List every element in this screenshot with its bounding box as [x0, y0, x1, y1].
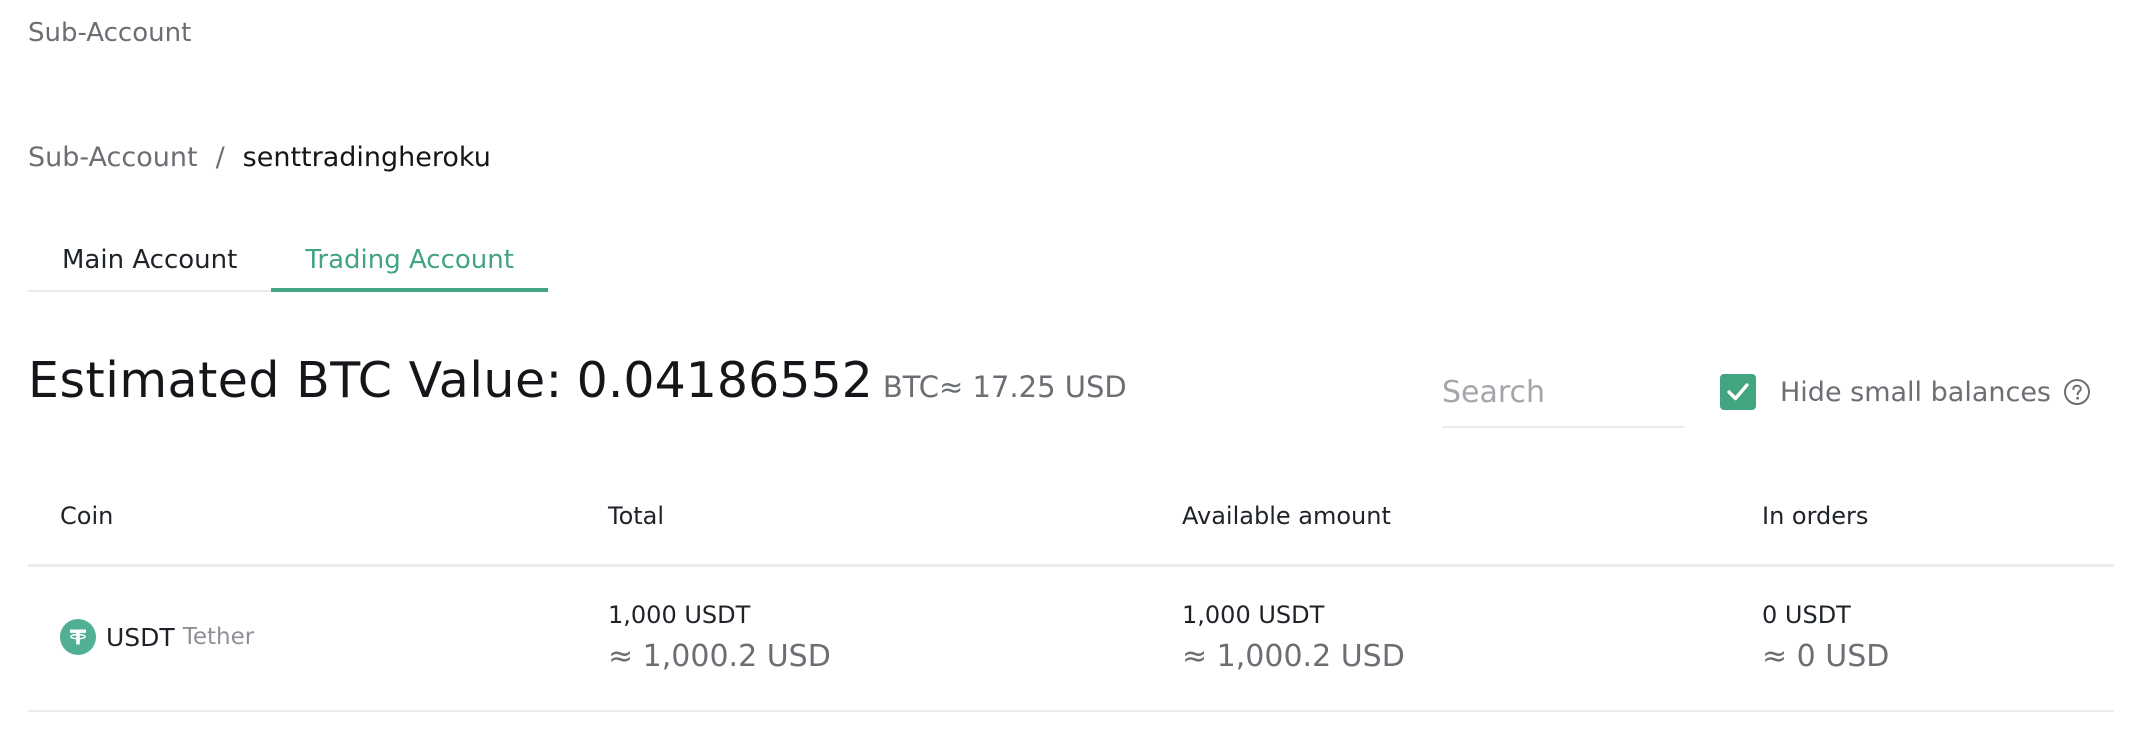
- table-header: Coin Total Available amount In orders: [28, 476, 2114, 567]
- total-amount: 1,000 USDT: [608, 601, 751, 629]
- total-usd: ≈ 1,000.2 USD: [608, 639, 831, 674]
- breadcrumb-current: senttradingheroku: [242, 142, 491, 173]
- estimated-value-summary: Estimated BTC Value: 0.04186552 BTC ≈ 17…: [28, 352, 1127, 409]
- table-row[interactable]: USDT Tether 1,000 USDT ≈ 1,000.2 USD 1,0…: [28, 567, 2114, 712]
- checkmark-icon: [1727, 383, 1749, 401]
- breadcrumb: Sub-Account / senttradingheroku: [28, 142, 491, 173]
- page-header-title: Sub-Account: [28, 18, 192, 48]
- estimated-usd-value: ≈ 17.25 USD: [938, 370, 1127, 404]
- tab-main-account[interactable]: Main Account: [28, 232, 272, 292]
- search-box: [1442, 362, 1684, 428]
- coin-cell: USDT Tether: [60, 619, 254, 655]
- search-input[interactable]: [1442, 362, 1684, 422]
- estimated-value-label: Estimated BTC Value:: [28, 352, 563, 409]
- estimated-btc-value: 0.04186552: [576, 352, 873, 409]
- column-header-total[interactable]: Total: [608, 502, 664, 530]
- column-header-coin[interactable]: Coin: [60, 502, 113, 530]
- column-header-available[interactable]: Available amount: [1182, 502, 1391, 530]
- tether-logo-icon: [60, 619, 96, 655]
- hide-small-balances-label[interactable]: Hide small balances: [1780, 377, 2051, 408]
- breadcrumb-root-link[interactable]: Sub-Account: [28, 142, 198, 173]
- in-orders-usd: ≈ 0 USD: [1762, 639, 1890, 674]
- question-circle-icon[interactable]: [2063, 378, 2091, 406]
- column-header-in-orders[interactable]: In orders: [1762, 502, 1868, 530]
- account-tabs: Main Account Trading Account: [28, 232, 548, 292]
- available-cell: 1,000 USDT ≈ 1,000.2 USD: [1182, 599, 1405, 679]
- coin-name: Tether: [182, 624, 255, 650]
- hide-small-balances: Hide small balances: [1720, 372, 2091, 412]
- available-amount: 1,000 USDT: [1182, 601, 1325, 629]
- coin-symbol: USDT: [106, 622, 175, 652]
- total-cell: 1,000 USDT ≈ 1,000.2 USD: [608, 599, 831, 679]
- balances-table: Coin Total Available amount In orders US…: [28, 476, 2114, 712]
- tab-trading-account[interactable]: Trading Account: [271, 232, 548, 292]
- available-usd: ≈ 1,000.2 USD: [1182, 639, 1405, 674]
- breadcrumb-separator: /: [215, 142, 225, 173]
- in-orders-amount: 0 USDT: [1762, 601, 1851, 629]
- in-orders-cell: 0 USDT ≈ 0 USD: [1762, 599, 1889, 679]
- estimated-btc-unit: BTC: [882, 370, 939, 404]
- hide-small-balances-checkbox[interactable]: [1720, 374, 1756, 410]
